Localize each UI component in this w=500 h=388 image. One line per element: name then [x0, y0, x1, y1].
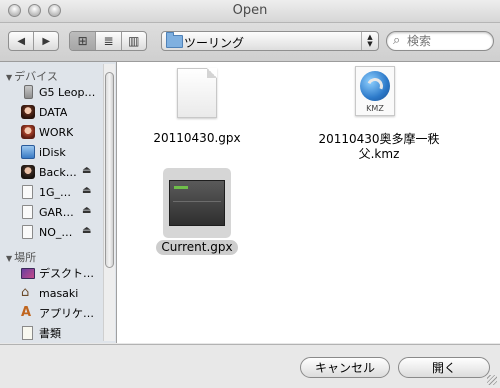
globe-icon [360, 71, 390, 101]
title-bar: Open [0, 0, 500, 23]
sidebar-item-documents[interactable]: 書類 [21, 323, 101, 343]
folder-icon [166, 32, 183, 48]
popup-arrows-icon: ▲ ▼ [361, 32, 378, 50]
home-icon: ⌂ [21, 285, 30, 300]
view-mode-buttons: ⊞ ≣ ▥ [69, 31, 147, 51]
kmz-file-icon: KMZ [355, 66, 395, 116]
location-popup[interactable]: ツーリング ▲ ▼ [161, 31, 379, 51]
sidebar-item-idisk[interactable]: iDisk [21, 142, 101, 162]
sidebar-item-desktop[interactable]: デスクト… [21, 263, 101, 283]
drive-icon [22, 185, 33, 199]
open-dialog-window: Open ◀ ▶ ⊞ ≣ ▥ ツーリング ▲▼ ⌕ ▼デバイス G5 Leop… [0, 0, 500, 388]
gpx-thumbnail-icon[interactable] [169, 180, 225, 226]
thumbnail-accent [174, 186, 188, 189]
sidebar-item-applications[interactable]: A アプリケ… [21, 303, 101, 323]
file-item[interactable]: 20110430.gpx [153, 68, 241, 148]
applications-icon: A [21, 305, 32, 320]
eject-icon[interactable]: ⏏ [82, 165, 91, 176]
avatar-icon [21, 125, 35, 139]
window-title: Open [232, 3, 268, 18]
file-item-selected[interactable]: Current.gpx [147, 240, 247, 255]
file-browser: 20110430.gpx KMZ 20110430奥多摩一秩 父.kmz Cur… [117, 62, 500, 343]
sidebar-item-g5-leopard[interactable]: G5 Leop… [21, 82, 101, 102]
file-name: Current.gpx [156, 240, 238, 255]
cancel-button[interactable]: キャンセル [300, 357, 390, 378]
forward-button[interactable]: ▶ [34, 32, 58, 50]
open-button[interactable]: 開く [398, 357, 490, 378]
document-icon [177, 68, 217, 118]
sidebar-item-home[interactable]: ⌂ masaki [21, 283, 101, 303]
file-name: 20110430.gpx [153, 131, 241, 145]
thumbnail-rule [173, 201, 221, 202]
search-input[interactable] [407, 33, 487, 48]
resize-handle[interactable] [487, 375, 497, 385]
file-name: 20110430奥多摩一秩 父.kmz [318, 132, 440, 161]
hard-drive-icon [24, 85, 33, 99]
eject-icon[interactable]: ⏏ [82, 225, 91, 236]
eject-icon[interactable]: ⏏ [82, 185, 91, 196]
scrollbar-thumb[interactable] [105, 72, 114, 268]
sidebar-item-work[interactable]: WORK [21, 122, 101, 142]
avatar-icon [21, 165, 35, 179]
kmz-tag: KMZ [366, 104, 384, 113]
disclosure-triangle-icon: ▼ [6, 254, 13, 263]
documents-icon [22, 326, 33, 340]
sidebar-scrollbar[interactable] [103, 64, 115, 341]
search-field[interactable]: ⌕ [386, 31, 494, 51]
avatar-icon [21, 105, 35, 119]
drive-icon [22, 225, 33, 239]
idisk-icon [21, 145, 35, 159]
location-label: ツーリング [184, 36, 245, 50]
button-bar: キャンセル 開く [0, 344, 500, 388]
eject-icon[interactable]: ⏏ [82, 205, 91, 216]
disclosure-triangle-icon: ▼ [6, 73, 13, 82]
icon-view-button[interactable]: ⊞ [70, 32, 97, 50]
toolbar: ◀ ▶ ⊞ ≣ ▥ ツーリング ▲ ▼ ⌕ [0, 23, 500, 62]
list-view-button[interactable]: ≣ [96, 32, 122, 50]
desktop-icon [21, 267, 35, 279]
sidebar: ▼ デバイス G5 Leop… DATA WORK iDisk Back… ⏏ 1… [0, 62, 117, 343]
sidebar-item-data[interactable]: DATA [21, 102, 101, 122]
column-view-button[interactable]: ▥ [122, 32, 146, 50]
file-item[interactable]: KMZ 20110430奥多摩一秩 父.kmz [313, 66, 443, 166]
navigation-buttons: ◀ ▶ [8, 31, 59, 51]
drive-icon [22, 205, 33, 219]
search-icon: ⌕ [393, 33, 401, 48]
back-button[interactable]: ◀ [9, 32, 35, 50]
